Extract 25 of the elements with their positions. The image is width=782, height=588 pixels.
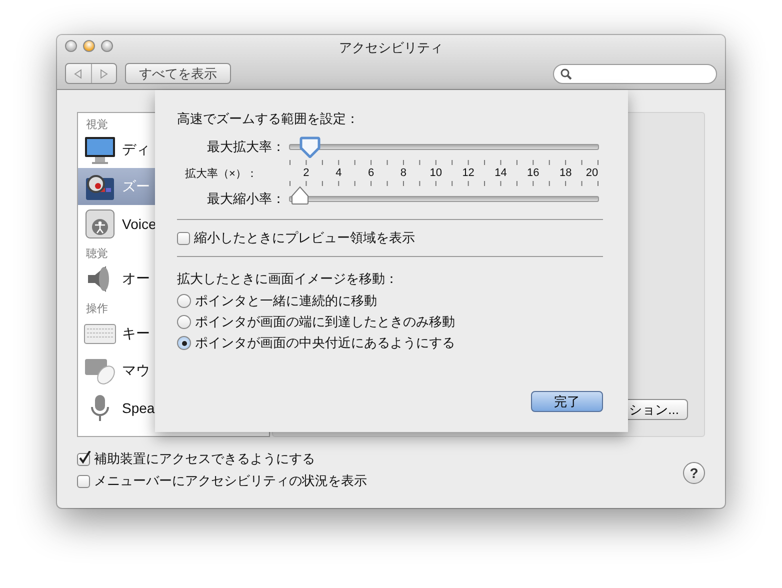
scale-tick-label: 18 (559, 167, 572, 179)
radio-label: ポインタと一緒に連続的に移動 (195, 292, 377, 310)
scale-tick-label: 14 (494, 167, 507, 179)
scale-tick-label: 16 (527, 167, 540, 179)
section-title: 高速でズームする範囲を設定： (177, 110, 360, 128)
scale-label: 拡大率（×）： (184, 166, 258, 180)
scale-tick-label: 12 (462, 167, 474, 179)
scale-tick-label: 20 (586, 167, 598, 179)
radio-label: ポインタが画面の中央付近にあるようにする (195, 334, 455, 352)
section-heading: 視覚 (86, 119, 108, 131)
radio-label: ポインタが画面の端に到達したときのみ移動 (195, 313, 455, 331)
checkbox-label: 縮小したときにプレビュー領域を表示 (194, 229, 415, 247)
window-title: アクセシビリティ (339, 39, 443, 57)
scale-tick-label: 10 (430, 167, 442, 179)
section-title: 拡大したときに画面イメージを移動： (177, 270, 399, 288)
slider-label: 最大拡大率： (206, 138, 286, 156)
slider-label: 最大縮小率： (206, 190, 286, 208)
checkbox-label: 補助装置にアクセスできるようにする (94, 450, 315, 468)
checkbox-label: メニューバーにアクセシビリティの状況を表示 (94, 472, 367, 490)
scale-tick-label: 2 (303, 167, 310, 179)
scale-tick-label: 8 (400, 167, 407, 179)
section-heading: 操作 (86, 303, 108, 315)
scale-tick-label: 4 (336, 167, 342, 179)
section-heading: 聴覚 (86, 248, 108, 260)
scale-tick-label: 6 (368, 167, 374, 179)
